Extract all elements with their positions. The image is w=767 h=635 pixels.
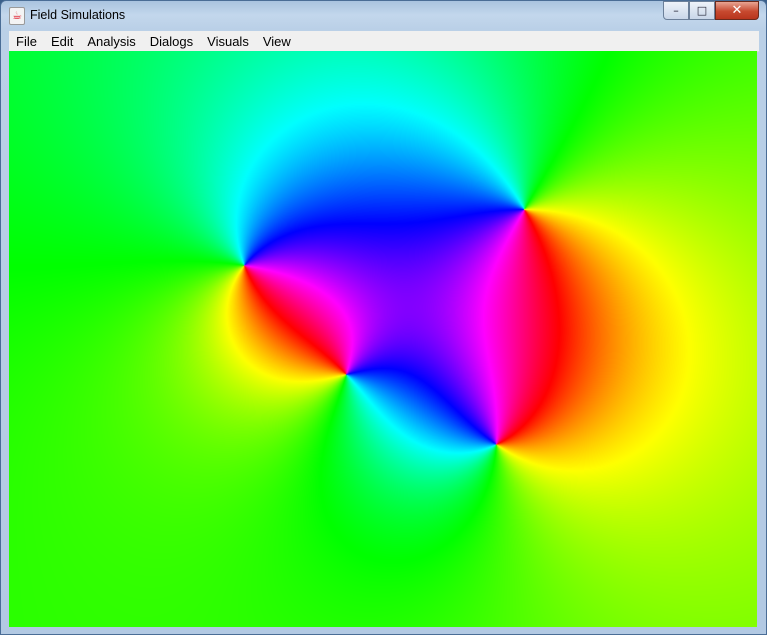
close-button[interactable]: ✕ [715, 1, 759, 20]
phase-field-canvas[interactable] [9, 51, 757, 627]
close-icon: ✕ [731, 3, 743, 18]
java-cup-icon: ☕ [9, 7, 25, 25]
minimize-button[interactable]: – [663, 1, 689, 20]
minimize-icon: – [673, 4, 679, 17]
title-bar[interactable]: ☕ Field Simulations – □ ✕ [1, 1, 766, 31]
menu-view[interactable]: View [256, 34, 298, 49]
field-visualization[interactable] [9, 51, 757, 627]
window-title: Field Simulations [30, 8, 126, 22]
menu-file[interactable]: File [9, 34, 44, 49]
maximize-button[interactable]: □ [689, 1, 715, 20]
menu-analysis[interactable]: Analysis [80, 34, 142, 49]
menu-bar: File Edit Analysis Dialogs Visuals View [9, 31, 759, 52]
app-window: ☕ Field Simulations – □ ✕ File Edit Anal… [0, 0, 767, 635]
menu-visuals[interactable]: Visuals [200, 34, 256, 49]
window-controls: – □ ✕ [663, 1, 759, 22]
maximize-icon: □ [696, 4, 708, 17]
menu-edit[interactable]: Edit [44, 34, 80, 49]
menu-dialogs[interactable]: Dialogs [143, 34, 200, 49]
